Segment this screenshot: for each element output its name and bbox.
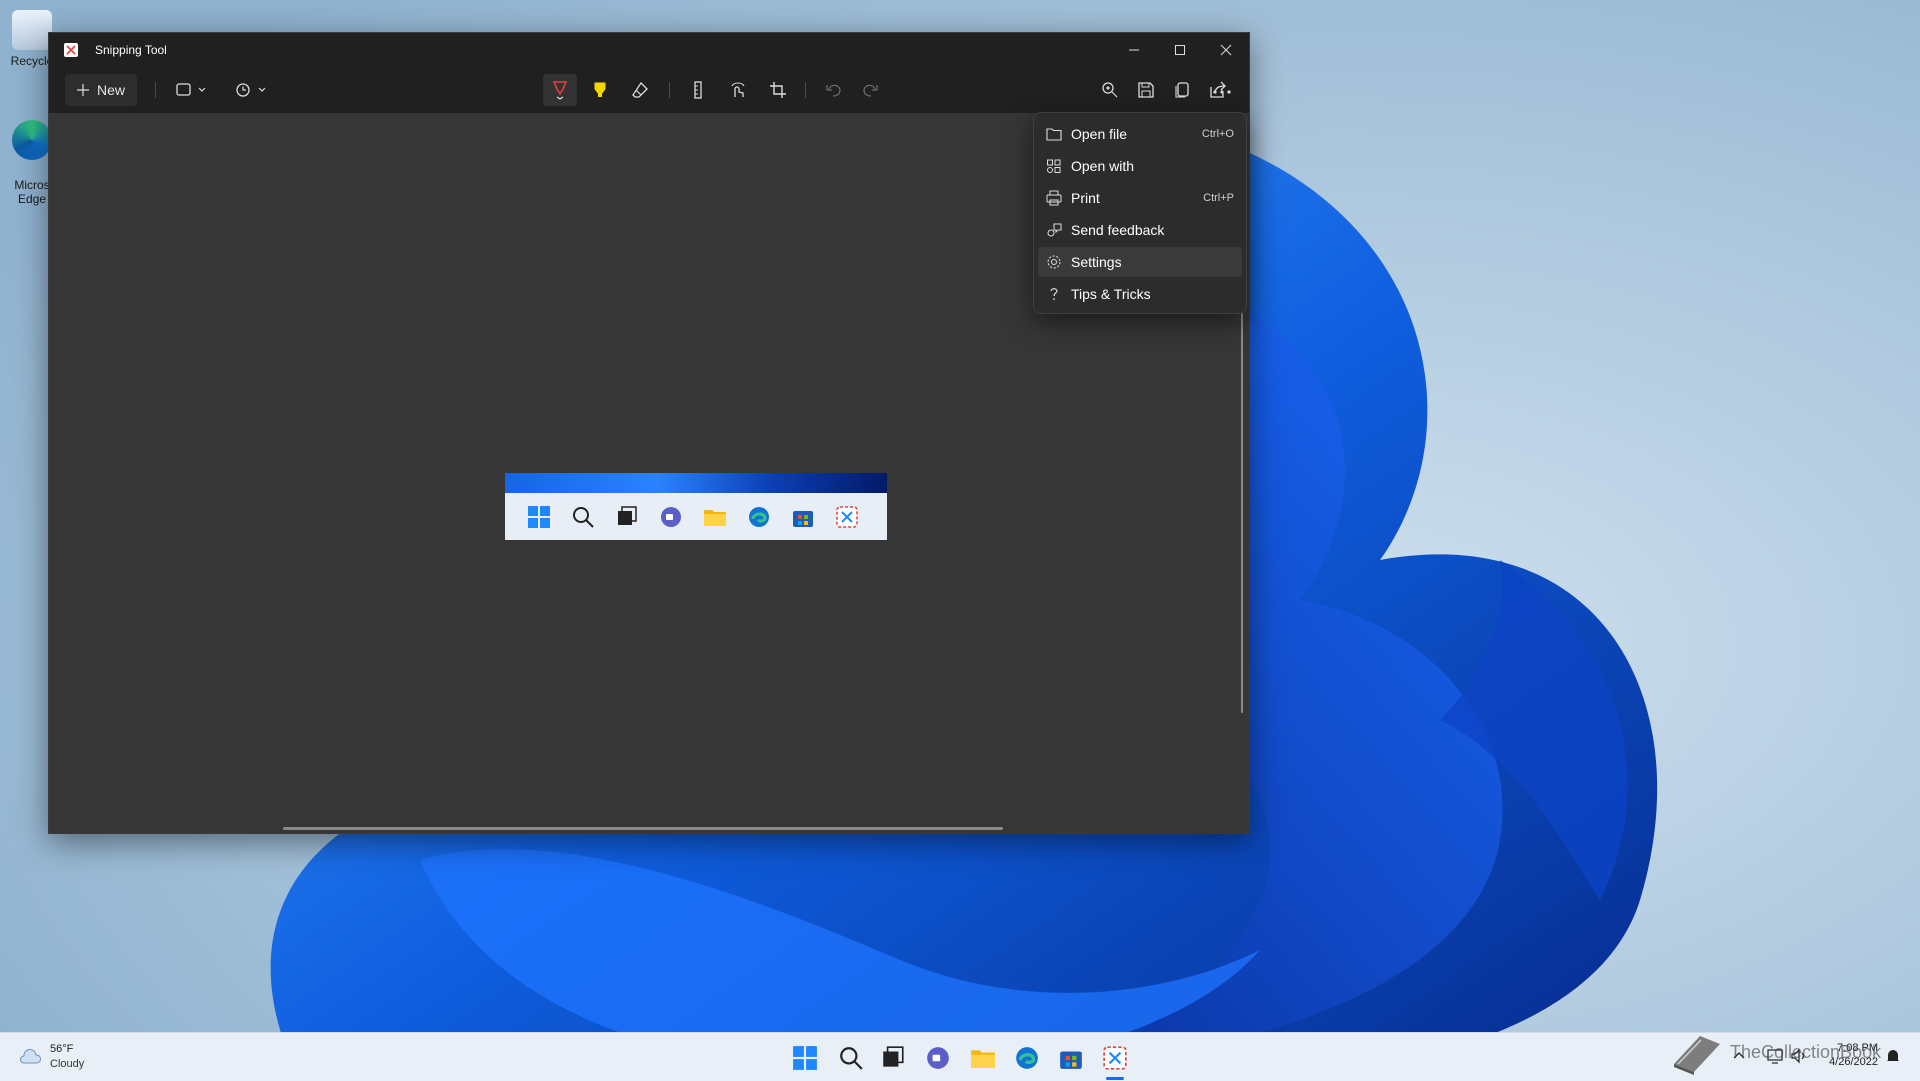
chat-icon	[661, 507, 681, 527]
menu-item-open-with[interactable]: Open with	[1038, 151, 1242, 181]
clock-icon	[236, 83, 266, 97]
vertical-scrollbar[interactable]	[1241, 313, 1243, 713]
redo-icon	[863, 84, 878, 97]
open-with-icon	[1047, 159, 1061, 173]
recycle-bin-icon	[12, 10, 52, 50]
chat-button[interactable]	[925, 1045, 951, 1071]
save-icon	[1138, 82, 1154, 98]
plus-icon	[76, 84, 89, 96]
ruler-button[interactable]	[681, 74, 715, 106]
watermark-text: TheCollectionBook	[1730, 1042, 1882, 1062]
window-title: Snipping Tool	[95, 43, 167, 57]
redo-button[interactable]	[853, 74, 887, 106]
toolbar-divider	[155, 82, 156, 98]
snipping-tool-app-icon	[64, 43, 78, 57]
feedback-icon	[1047, 223, 1062, 237]
microsoft-store-icon	[793, 511, 813, 527]
copy-button[interactable]	[1165, 74, 1199, 106]
minimize-icon	[1129, 49, 1139, 51]
menu-item-tips-and-tricks[interactable]: Tips & Tricks	[1038, 279, 1242, 309]
zoom-in-icon	[1102, 82, 1118, 98]
edge-button[interactable]	[1014, 1045, 1040, 1071]
ballpoint-pen-button[interactable]	[543, 74, 577, 106]
eraser-icon	[632, 81, 648, 98]
task-view-icon	[618, 506, 637, 525]
title-bar[interactable]: Snipping Tool	[49, 33, 1249, 67]
ruler-icon	[694, 81, 702, 99]
start-button[interactable]	[792, 1045, 818, 1071]
folder-icon	[1046, 128, 1062, 141]
save-button[interactable]	[1129, 74, 1163, 106]
toolbar-divider	[669, 82, 670, 98]
file-explorer-icon	[704, 510, 726, 526]
menu-item-send-feedback[interactable]: Send feedback	[1038, 215, 1242, 245]
delay-dropdown[interactable]	[229, 74, 275, 106]
notification-icon[interactable]	[1884, 1047, 1902, 1065]
weather-condition: Cloudy	[50, 1058, 85, 1070]
crop-button[interactable]	[761, 74, 795, 106]
captured-snip-image	[505, 473, 887, 540]
more-icon	[1213, 90, 1231, 94]
eraser-button[interactable]	[623, 74, 657, 106]
ballpoint-pen-icon	[552, 81, 568, 100]
maximize-icon	[1175, 45, 1185, 55]
microsoft-store-button[interactable]	[1058, 1045, 1084, 1071]
menu-item-shortcut: Ctrl+O	[1201, 128, 1234, 140]
zoom-button[interactable]	[1093, 74, 1127, 106]
menu-item-label: Print	[1071, 190, 1100, 206]
menu-item-label: Tips & Tricks	[1071, 286, 1151, 302]
snipping-tool-icon	[836, 506, 858, 528]
snip-wallpaper-strip	[505, 473, 887, 493]
crop-icon	[770, 82, 786, 98]
toolbar: New	[49, 67, 1249, 113]
toolbar-divider	[805, 82, 806, 98]
more-options-menu: Open file Ctrl+O Open with Print Ctrl+P …	[1033, 112, 1247, 314]
search-icon	[573, 507, 594, 528]
menu-item-print[interactable]: Print Ctrl+P	[1038, 183, 1242, 213]
menu-item-label: Open with	[1071, 158, 1135, 174]
gear-icon	[1047, 255, 1061, 269]
snip-taskbar	[505, 493, 887, 540]
touch-writing-icon	[731, 82, 745, 97]
see-more-button[interactable]	[1200, 76, 1244, 108]
menu-item-open-file[interactable]: Open file Ctrl+O	[1038, 119, 1242, 149]
close-icon	[1220, 44, 1232, 56]
edge-icon	[749, 507, 769, 527]
touch-writing-button[interactable]	[721, 74, 755, 106]
question-icon	[1050, 288, 1058, 300]
taskbar: 56°F Cloudy 7:08 PM 4/26/2022	[0, 1032, 1920, 1081]
book-watermark-icon	[1674, 1036, 1720, 1075]
rectangle-mode-icon	[176, 83, 206, 96]
printer-icon	[1046, 190, 1062, 206]
copy-icon	[1175, 82, 1189, 98]
highlighter-icon	[594, 82, 606, 97]
menu-item-label: Send feedback	[1071, 222, 1165, 238]
undo-icon	[826, 84, 841, 97]
maximize-button[interactable]	[1157, 33, 1203, 67]
new-button-label: New	[96, 82, 125, 98]
snip-mode-dropdown[interactable]	[169, 74, 215, 106]
edge-icon	[12, 120, 52, 160]
search-button[interactable]	[838, 1045, 864, 1071]
highlighter-button[interactable]	[583, 74, 617, 106]
minimize-button[interactable]	[1111, 33, 1157, 67]
menu-item-settings[interactable]: Settings	[1038, 247, 1242, 277]
file-explorer-button[interactable]	[970, 1045, 996, 1071]
start-icon	[528, 506, 550, 528]
menu-item-label: Open file	[1071, 126, 1128, 142]
menu-item-shortcut: Ctrl+P	[1203, 192, 1234, 204]
weather-temperature: 56°F	[50, 1043, 74, 1055]
snipping-tool-taskbar-button[interactable]	[1102, 1045, 1128, 1071]
cloud-icon	[20, 1049, 41, 1064]
new-snip-button[interactable]: New	[65, 74, 137, 106]
undo-button[interactable]	[817, 74, 851, 106]
horizontal-scrollbar[interactable]	[283, 827, 1003, 830]
close-button[interactable]	[1203, 33, 1249, 67]
menu-item-label: Settings	[1071, 254, 1122, 270]
task-view-button[interactable]	[880, 1045, 906, 1071]
